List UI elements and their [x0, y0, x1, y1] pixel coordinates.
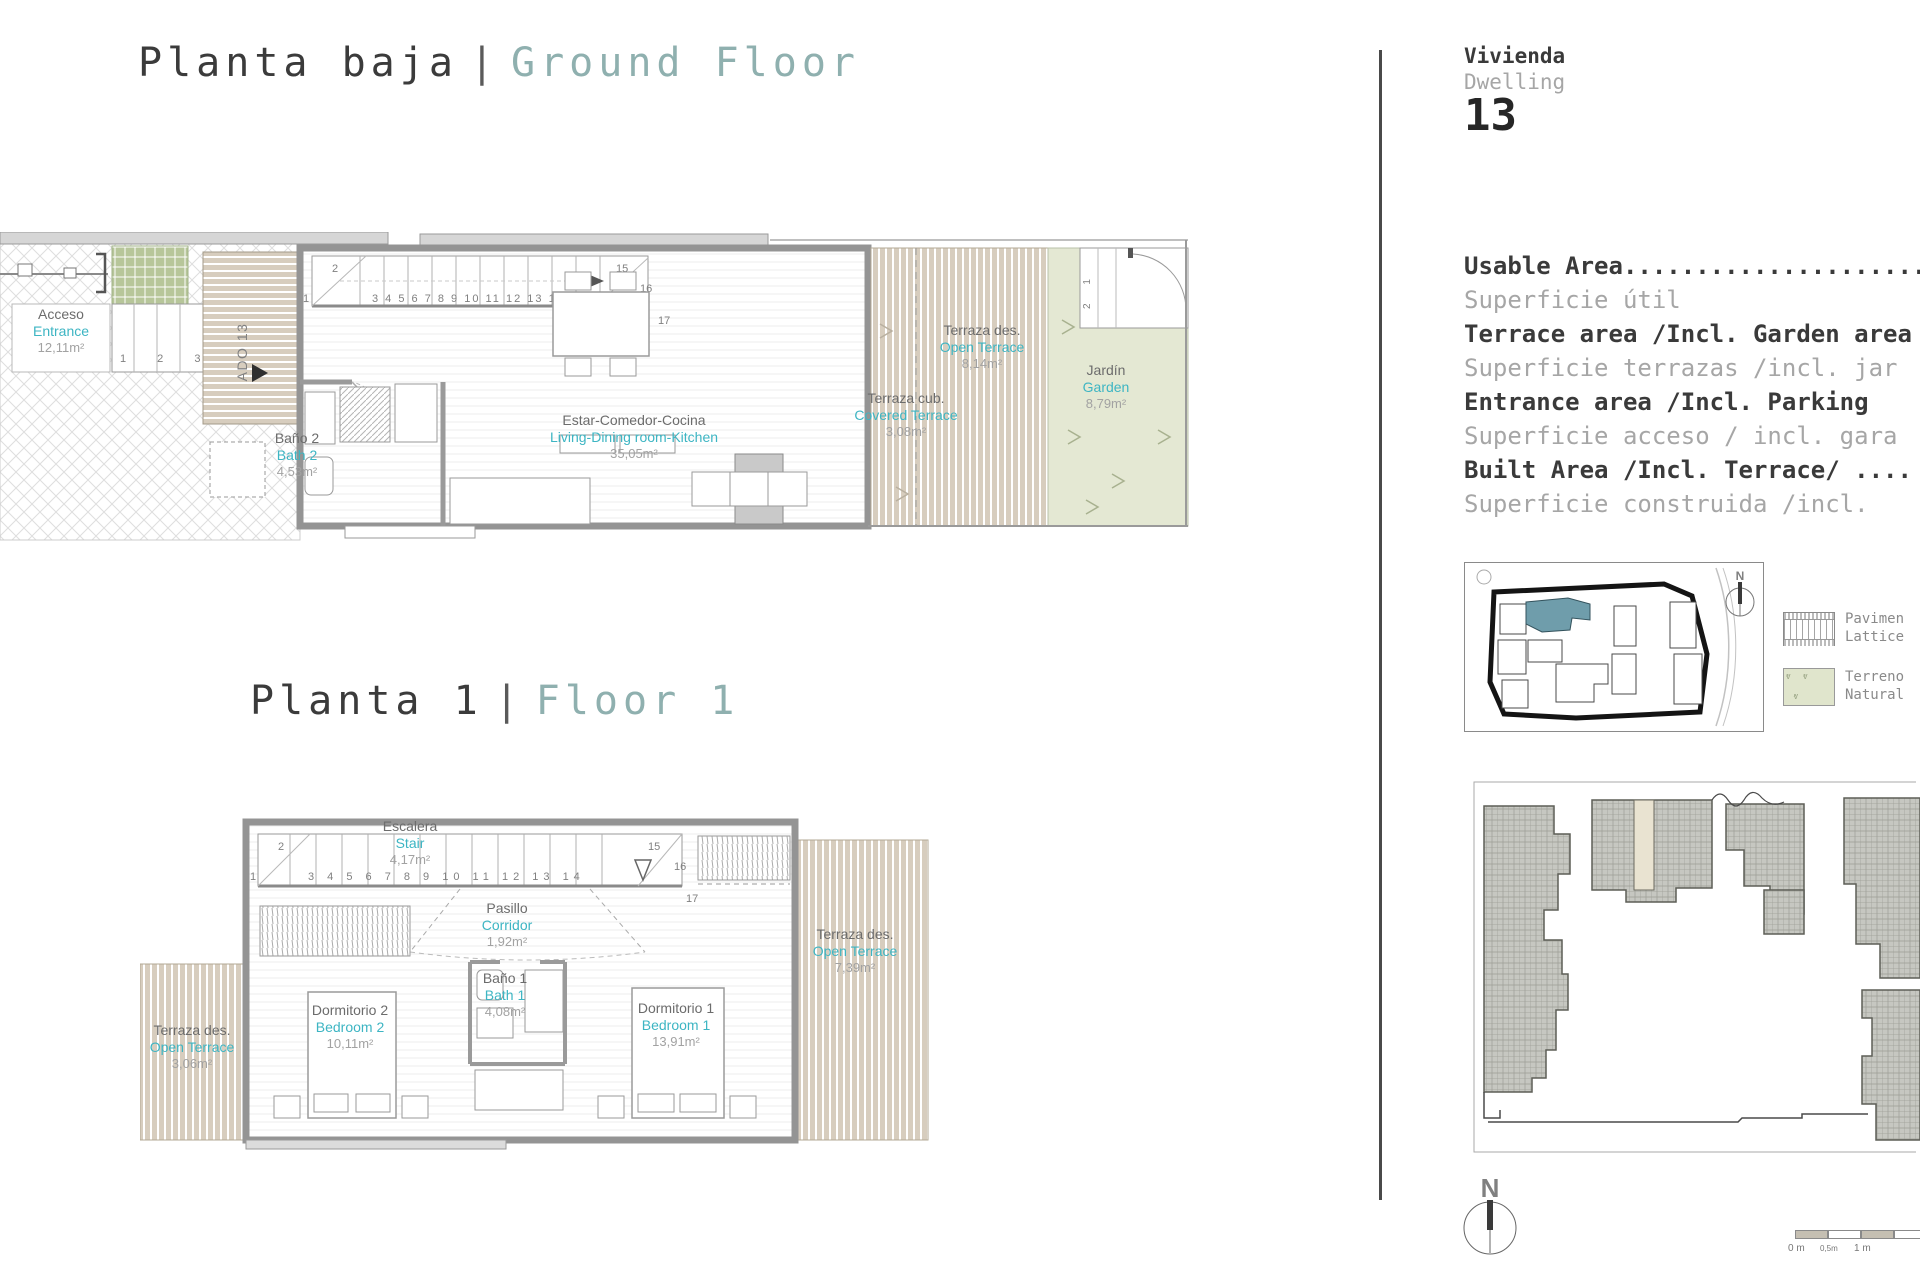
area-row-built-es: Superficie construida /incl. — [1464, 490, 1884, 518]
room-label-stair: Escalera Stair 4,17m² — [382, 818, 438, 868]
entry-terrace: ADO 13 — [202, 251, 301, 425]
floor1-right-terrace — [794, 839, 929, 1141]
area-row-terrace-en: Terrace area /Incl. Garden area — [1464, 320, 1912, 348]
north-compass: N — [1463, 1173, 1517, 1255]
rear-terrace — [870, 247, 1049, 527]
room-label-corridor: Pasillo Corridor 1,92m² — [481, 900, 533, 950]
stair-number: 15 — [648, 841, 660, 853]
legend-swatch-lattice — [1783, 612, 1835, 646]
stair-number: 17 — [686, 893, 698, 905]
stair-number: 2 — [278, 841, 284, 853]
room-label-entrance: Acceso Entrance 12,11m² — [32, 306, 90, 356]
area-row-usable-en: Usable Area..................... — [1464, 252, 1920, 280]
legend-label-lattice: Pavimen Lattice — [1845, 611, 1905, 646]
area-row-entrance-es: Superficie acceso / incl. gara — [1464, 422, 1898, 450]
scalebar-label-1: 1 m — [1854, 1243, 1871, 1254]
stair-number: 16 — [674, 861, 686, 873]
room-label-living: Estar-Comedor-Cocina Living-Dining room-… — [549, 412, 719, 462]
area-row-built-en: Built Area /Incl. Terrace/ .... — [1464, 456, 1912, 484]
area-row-entrance-en: Entrance area /Incl. Parking — [1464, 388, 1869, 416]
room-label-left-terrace: Terraza des. Open Terrace 3,06m² — [149, 1022, 235, 1072]
scalebar-segment — [1861, 1230, 1894, 1239]
stair-numbers-run: 3 4 5 6 7 8 9 10 11 12 13 14 — [372, 293, 565, 305]
room-label-bath2: Baño 2 Bath 2 4,53m² — [274, 430, 320, 480]
site-highlighted-dwelling — [1633, 799, 1655, 891]
ground-floor-title-es: Planta baja — [138, 40, 458, 86]
stair-numbers-run: 3 4 5 6 7 8 9 10 11 12 13 14 — [308, 871, 585, 883]
ado-label: ADO 13 — [234, 323, 250, 382]
room-label-open-terrace: Terraza des. Open Terrace 8,14m² — [939, 322, 1025, 372]
ground-floor-plan: 1 2 3 4 ADO 13 2 1 3 4 5 6 7 8 9 10 11 1… — [0, 232, 1189, 541]
wardrobe — [259, 905, 411, 957]
boundary-wall — [0, 232, 389, 245]
room-label-covered-terrace: Terraza cub. Covered Terrace 3,08m² — [854, 390, 958, 440]
scalebar-label-0: 0 m — [1788, 1243, 1805, 1254]
room-label-bath1: Baño 1 Bath 1 4,08m² — [482, 970, 528, 1020]
wardrobe — [697, 835, 791, 881]
floor1-title-es: Planta 1 — [250, 678, 483, 724]
room-label-bedroom2: Dormitorio 2 Bedroom 2 10,11m² — [311, 1002, 389, 1052]
boundary-wall — [419, 233, 769, 246]
dwelling-label-es: Vivienda — [1464, 44, 1566, 68]
north-label: N — [1481, 1173, 1500, 1203]
floor1-ledge — [245, 1139, 507, 1150]
garden-step-numbers: 2 1 — [1082, 271, 1093, 309]
stair-number: 2 — [332, 263, 338, 275]
scalebar-segment — [1894, 1230, 1920, 1239]
legend-label-natural: Terreno Natural — [1845, 669, 1905, 704]
floor1-plan: 2 1 3 4 5 6 7 8 9 10 11 12 13 14 15 16 1… — [140, 818, 929, 1150]
legend-swatch-natural: ⱴ ⱴ ⱴ — [1783, 668, 1835, 706]
room-label-garden: Jardín Garden 8,79m² — [1082, 362, 1130, 412]
title-separator: | — [469, 40, 499, 86]
garden-entry-nook: 2 1 — [1079, 247, 1189, 329]
panel-divider — [1379, 50, 1382, 1200]
area-row-terrace-es: Superficie terrazas /incl. jar — [1464, 354, 1898, 382]
minimap-north-label: N — [1736, 569, 1745, 583]
ground-floor-title: Planta baja | Ground Floor — [138, 40, 860, 86]
stair-number: 1 — [250, 871, 256, 883]
floor1-title-en: Floor 1 — [535, 678, 740, 724]
scalebar-segment — [1795, 1230, 1828, 1239]
stair-number: 1 — [303, 293, 309, 305]
site-buildings — [1483, 797, 1920, 1141]
site-plan — [1473, 781, 1920, 1153]
stair-number: 17 — [658, 315, 670, 327]
sofa — [691, 471, 808, 507]
dwelling-number: 13 — [1464, 90, 1517, 141]
room-label-right-terrace: Terraza des. Open Terrace 7,39m² — [812, 926, 898, 976]
scalebar-label-05: 0,5m — [1820, 1244, 1838, 1253]
exterior-ledge — [344, 525, 476, 539]
title-separator: | — [494, 678, 524, 724]
scalebar-segment — [1828, 1230, 1861, 1239]
site-minimap: N — [1464, 562, 1764, 732]
floor1-title: Planta 1 | Floor 1 — [250, 678, 739, 724]
room-label-bedroom1: Dormitorio 1 Bedroom 1 13,91m² — [637, 1000, 715, 1050]
plan-sheet: { "titles": { "ground": {"es": "Planta b… — [0, 0, 1920, 1280]
area-row-usable-es: Superficie útil — [1464, 286, 1681, 314]
ground-floor-title-en: Ground Floor — [511, 40, 860, 86]
